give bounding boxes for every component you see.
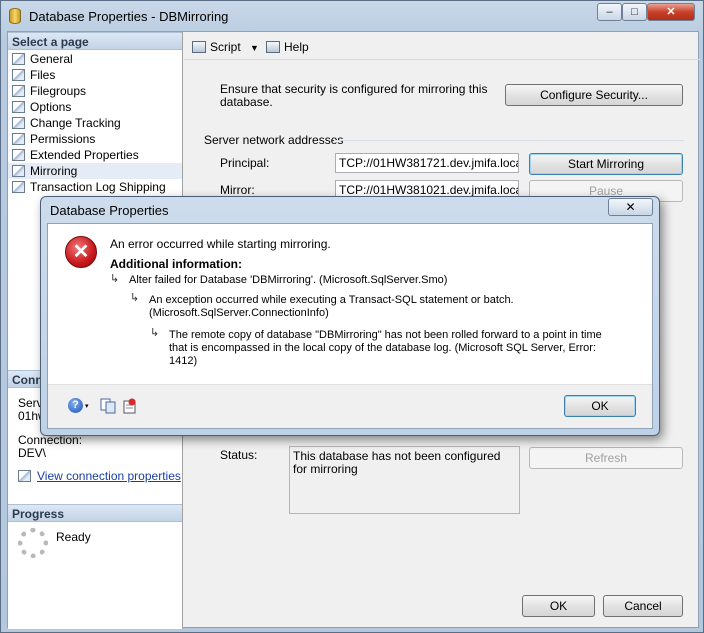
detail-sqlserver-line1: The remote copy of database "DBMirroring… [169,329,602,341]
error-icon: ✕ [65,236,97,268]
dialog-footer: ? ▾ OK [48,384,652,428]
cancel-button[interactable]: Cancel [603,595,683,617]
detail-tsql-line1: An exception occurred while executing a … [149,294,514,306]
page-item-label: Mirroring [30,164,78,178]
database-icon [9,8,21,24]
help-button[interactable]: Help [266,40,309,54]
script-button[interactable]: Script ▼ [192,40,259,54]
help-icon[interactable]: ? [68,398,83,413]
principal-field[interactable]: TCP://01HW381721.dev.jmifa.local:5 [335,153,519,173]
detail-sqlserver-line3: 1412) [169,355,198,367]
help-label: Help [284,40,309,54]
page-icon [12,181,25,193]
toolbar: Script ▼ Help [184,32,700,60]
page-item-label: General [30,52,73,66]
mirror-label: Mirror: [220,183,255,197]
dialog-body: ✕ An error occurred while starting mirro… [47,223,653,429]
detail-sqlserver-line2: that is encompassed in the local copy of… [169,342,596,354]
properties-icon [18,470,31,482]
ok-button[interactable]: OK [522,595,595,617]
view-connection-properties[interactable]: View connection properties [18,469,181,483]
arrow-icon: ↳ [110,273,120,285]
page-item-filegroups[interactable]: Filegroups [8,83,182,99]
progress-status: Ready [56,530,91,544]
detail-smo: Alter failed for Database 'DBMirroring'.… [129,274,448,286]
page-item-extended-properties[interactable]: Extended Properties [8,147,182,163]
page-icon [12,149,25,161]
page-item-label: Transaction Log Shipping [30,180,166,194]
page-item-general[interactable]: General [8,51,182,67]
show-technical-details-icon[interactable] [122,398,138,414]
minimize-button[interactable]: – [597,3,622,21]
copy-icon[interactable] [100,398,116,414]
page-item-mirroring[interactable]: Mirroring [8,163,182,179]
page-icon [12,117,25,129]
arrow-icon: ↳ [150,327,160,339]
arrow-icon: ↳ [130,292,140,304]
error-message: An error occurred while starting mirrori… [110,237,331,251]
progress-spinner-icon [18,528,48,558]
group-divider [334,140,684,141]
page-icon [12,69,25,81]
window-title: Database Properties - DBMirroring [29,9,229,24]
view-connection-properties-link[interactable]: View connection properties [37,469,181,483]
page-item-change-tracking[interactable]: Change Tracking [8,115,182,131]
page-icon [12,85,25,97]
dialog-close-button[interactable]: ✕ [608,198,653,216]
page-icon [12,165,25,177]
connection-value: DEV\ [18,446,47,460]
page-item-label: Options [30,100,72,114]
page-item-label: Files [30,68,56,82]
title-bar[interactable]: Database Properties - DBMirroring – □ ✕ [1,1,704,31]
close-button[interactable]: ✕ [647,3,695,21]
page-item-files[interactable]: Files [8,67,182,83]
page-icon [12,133,25,145]
script-dropdown-icon[interactable]: ▼ [250,43,259,53]
status-label: Status: [220,448,258,462]
dialog-title: Database Properties [50,203,169,218]
security-text-line2: database. [220,95,273,109]
page-item-label: Permissions [30,132,96,146]
page-item-label: Change Tracking [30,116,121,130]
help-icon [266,41,280,53]
status-box: This database has not been configured fo… [289,446,520,514]
script-icon [192,41,206,53]
select-page-header: Select a page [8,32,182,50]
configure-security-button[interactable]: Configure Security... [505,84,683,106]
server-network-addresses-label: Server network addresses [204,133,344,147]
page-item-label: Filegroups [30,84,87,98]
page-icon [12,53,25,65]
additional-info-label: Additional information: [110,257,242,271]
page-item-permissions[interactable]: Permissions [8,131,182,147]
page-list: General Files Filegroups Options Change … [8,50,182,195]
principal-label: Principal: [220,156,270,170]
page-icon [12,101,25,113]
help-dropdown-icon[interactable]: ▾ [85,402,91,410]
error-dialog: Database Properties ✕ ✕ An error occurre… [40,196,660,436]
script-label: Script [210,40,241,54]
progress-header: Progress [8,504,182,522]
dialog-ok-button[interactable]: OK [564,395,636,417]
detail-tsql-line2: (Microsoft.SqlServer.ConnectionInfo) [149,307,329,319]
start-mirroring-button[interactable]: Start Mirroring [529,153,683,175]
security-text-line1: Ensure that security is configured for m… [220,82,488,96]
page-item-transaction-log-shipping[interactable]: Transaction Log Shipping [8,179,182,195]
page-item-label: Extended Properties [30,148,139,162]
maximize-button[interactable]: □ [622,3,647,21]
page-item-options[interactable]: Options [8,99,182,115]
refresh-button[interactable]: Refresh [529,447,683,469]
